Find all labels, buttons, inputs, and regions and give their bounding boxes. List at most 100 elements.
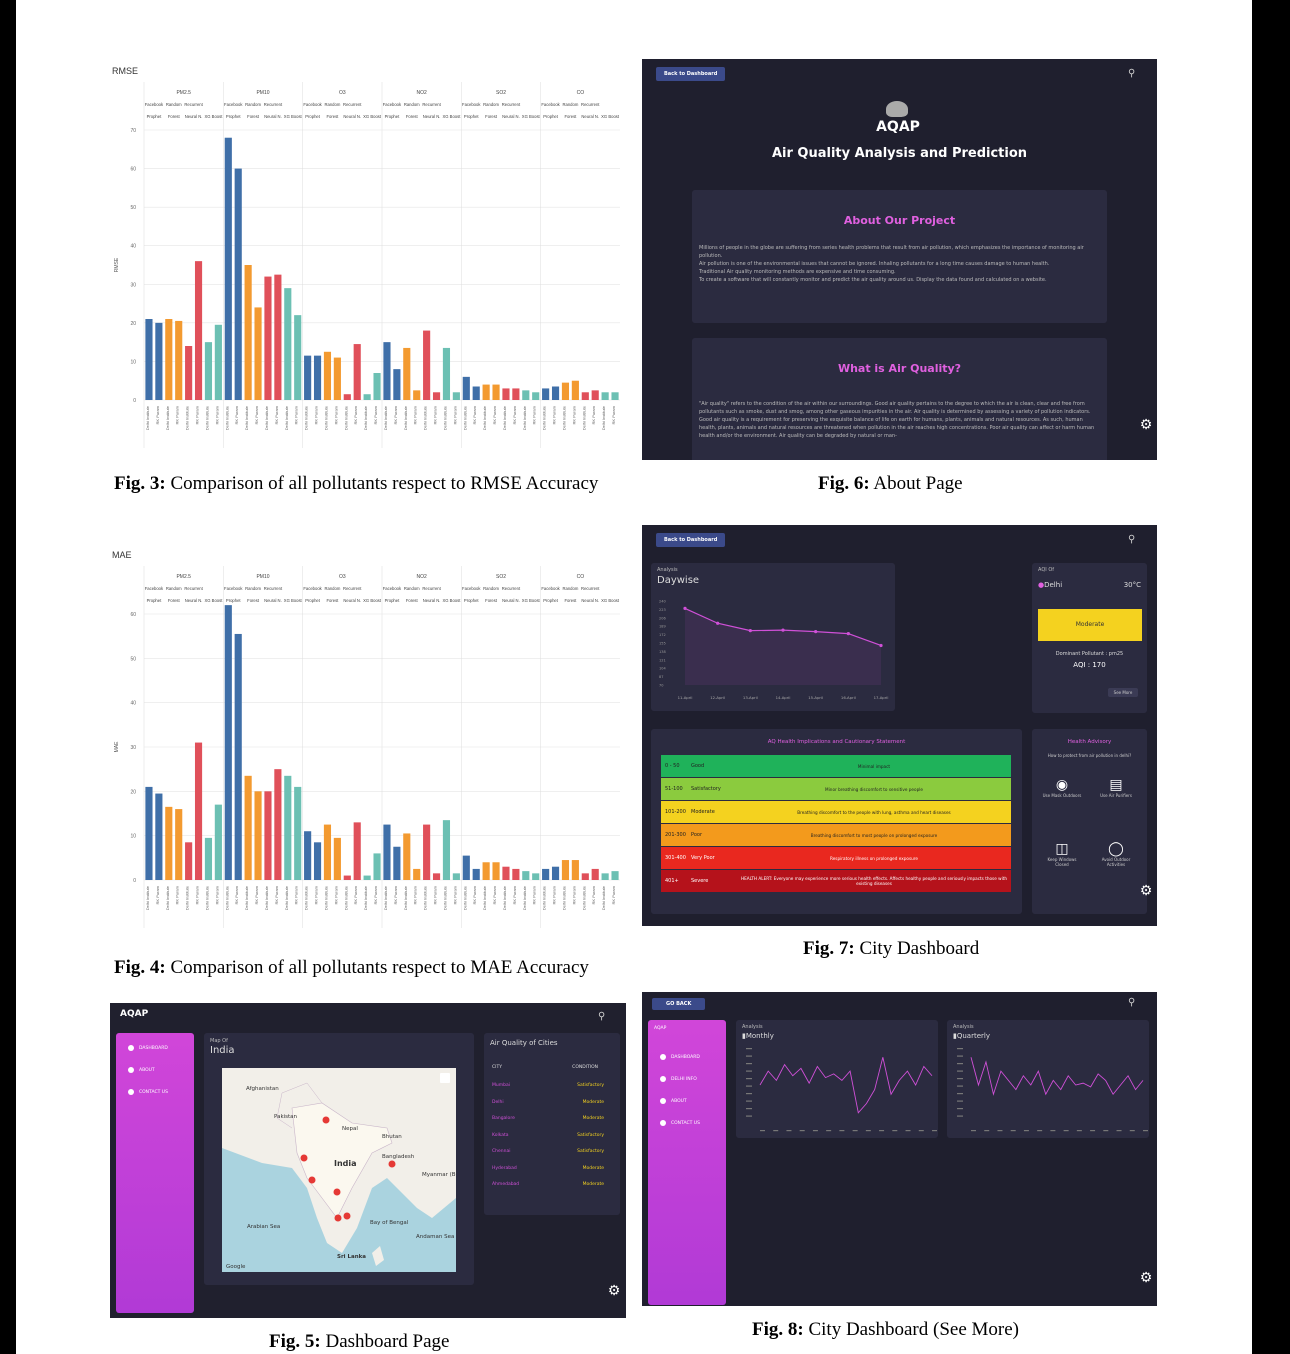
search-icon[interactable]: ⚲: [1128, 534, 1135, 545]
aq-statement: Minor breathing discomfort to sensitive …: [825, 786, 923, 792]
aqi-value: AQI : 170: [1073, 661, 1106, 669]
sidebar-item-dashboard[interactable]: DASHBOARD: [660, 1054, 700, 1060]
map-label: Arabian Sea: [247, 1224, 280, 1230]
x-tick-label: Delhi Institute: [224, 885, 229, 910]
model-label-top: Random: [166, 586, 182, 591]
x-tick-label: Delhi Institute: [224, 405, 229, 430]
x-tick-label: RK Puram: [214, 405, 219, 424]
x-tick-label: RK Puram: [452, 405, 457, 424]
search-icon[interactable]: ⚲: [1128, 997, 1135, 1008]
x-tick-label: RK Puram: [155, 405, 160, 424]
bar: [551, 866, 560, 880]
model-label-bottom: Forest: [406, 598, 419, 603]
x-tick-mark: [1129, 1130, 1135, 1132]
bar: [571, 860, 579, 880]
y-tick-mark: [957, 1100, 963, 1102]
y-tick-label: 20: [130, 321, 136, 327]
search-icon[interactable]: ⚲: [598, 1011, 605, 1022]
aqi-small-label: AQI Of: [1038, 567, 1055, 573]
see-more-button[interactable]: See More: [1108, 688, 1138, 697]
info-icon: [660, 1098, 666, 1104]
x-tick-mark: [799, 1130, 805, 1132]
map-view[interactable]: Afghanistan Pakistan Nepal Bhutan India Bangl…: [222, 1068, 456, 1272]
model-label-top: Recurrent: [264, 586, 283, 591]
model-label-bottom: XG Boost: [284, 114, 303, 119]
x-tick-label: RK Puram: [512, 885, 517, 904]
x-tick-label: Delhi Institute: [185, 885, 190, 910]
bar: [482, 862, 490, 880]
fig8-caption-label: Fig. 8:: [752, 1319, 804, 1340]
bar: [551, 386, 560, 400]
model-label-top: Facebook: [303, 102, 322, 107]
model-label-top: Recurrent: [264, 102, 283, 107]
search-icon[interactable]: ⚲: [1128, 68, 1135, 79]
map-pin-icon: [333, 1188, 341, 1196]
x-tick-mark: [839, 1130, 845, 1132]
bar: [284, 775, 292, 880]
model-label-bottom: Forest: [247, 598, 260, 603]
sidebar-item-delhi-info[interactable]: DELHI INFO: [660, 1076, 697, 1082]
y-tick-label: 10: [130, 834, 136, 840]
fig6-caption-label: Fig. 6:: [818, 473, 870, 494]
bar: [512, 388, 520, 400]
group-label: CO: [577, 90, 585, 96]
monthly-card: Analysis ▮Monthly: [736, 1020, 938, 1138]
bar: [591, 868, 599, 880]
model-label-top: Facebook: [224, 102, 243, 107]
model-label-top: Facebook: [303, 586, 322, 591]
back-to-dashboard-button[interactable]: Back to Dashboard: [656, 533, 726, 547]
model-label-top: Facebook: [462, 586, 481, 591]
group-label: CO: [577, 574, 585, 580]
table-row: Kolkata Satisfactory: [492, 1133, 612, 1138]
x-tick-label: 14-April: [776, 695, 791, 700]
map-label: India: [334, 1159, 357, 1168]
x-tick-label: RK Puram: [492, 405, 497, 424]
data-point: [716, 621, 720, 625]
gear-icon[interactable]: ⚙: [606, 1283, 622, 1299]
x-tick-label: Delhi Institute: [442, 405, 447, 430]
go-back-button[interactable]: GO BACK: [652, 998, 706, 1010]
x-tick-mark: [1143, 1130, 1148, 1132]
bar: [542, 388, 550, 400]
gear-icon[interactable]: ⚙: [1138, 883, 1154, 899]
model-label-bottom: Forest: [247, 114, 260, 119]
aq-table-row: 201-300 Poor Breathing discomfort to most …: [661, 824, 1011, 846]
x-tick-label: RK Puram: [155, 885, 160, 904]
sidebar-item-dashboard[interactable]: DASHBOARD: [128, 1045, 168, 1051]
y-tick-label: 30: [130, 745, 136, 751]
cities-card: Air Quality of Cities CITY CONDITION Mum…: [484, 1033, 620, 1215]
y-tick-mark: [957, 1108, 963, 1110]
city-condition: Satisfactory: [577, 1083, 604, 1088]
bar: [185, 346, 193, 400]
map-pin-icon: [308, 1176, 316, 1184]
gear-icon[interactable]: ⚙: [1138, 417, 1154, 433]
aq-statement: HEALTH ALERT: Everyone may experience mo…: [740, 876, 1008, 886]
back-to-dashboard-button[interactable]: Back to Dashboard: [656, 67, 726, 81]
city-dashboard-screenshot: Back to Dashboard ⚲ Analysis Daywise 70 8…: [642, 525, 1157, 926]
bar: [204, 837, 213, 880]
bar: [194, 261, 203, 400]
fullscreen-icon[interactable]: [440, 1073, 450, 1083]
window-icon: ◫: [1055, 841, 1069, 857]
sidebar-item-about[interactable]: ABOUT: [128, 1067, 155, 1073]
analysis-small-label: Analysis: [657, 567, 678, 573]
map-label: Bay of Bengal: [370, 1220, 409, 1226]
city-name: Chennai: [492, 1149, 511, 1154]
x-tick-label: Delhi Institute: [145, 885, 150, 910]
bar: [323, 351, 332, 400]
bar: [522, 390, 530, 400]
series-line: [970, 1057, 1144, 1096]
advisory-subtitle: How to protect from air pollution in del…: [1047, 753, 1132, 758]
fig3-caption-label: Fig. 3:: [114, 473, 166, 494]
sidebar-item-contact[interactable]: CONTACT US: [660, 1120, 700, 1126]
gear-icon[interactable]: ⚙: [1138, 1270, 1154, 1286]
x-tick-label: Delhi Institute: [343, 405, 348, 430]
x-tick-label: RK Puram: [353, 405, 358, 424]
y-tick-mark: [746, 1070, 752, 1072]
bar: [393, 369, 401, 400]
aq-table-row: 0 - 50 Good Minimal impact: [661, 755, 1011, 777]
sidebar-item-contact[interactable]: CONTACT US: [128, 1089, 168, 1095]
brand-label: AQAP: [654, 1026, 667, 1031]
group-label: NO2: [417, 574, 428, 580]
sidebar-item-about[interactable]: ABOUT: [660, 1098, 687, 1104]
